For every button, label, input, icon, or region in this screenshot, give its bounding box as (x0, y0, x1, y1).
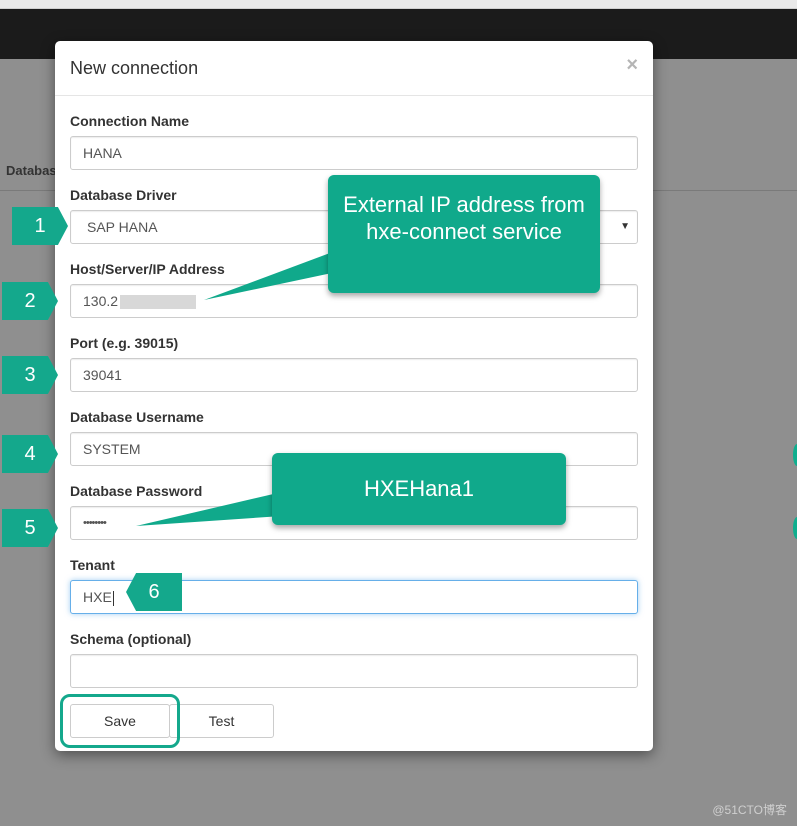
save-highlight-ring (60, 694, 180, 748)
step-badge-6: 6 (126, 573, 182, 611)
schema-input[interactable] (70, 654, 638, 688)
host-value: 130.2 (83, 293, 119, 309)
port-label: Port (e.g. 39015) (70, 335, 179, 351)
background-edge-badge (793, 444, 797, 466)
database-driver-value: SAP HANA (87, 219, 158, 235)
tenant-label: Tenant (70, 557, 115, 573)
close-icon[interactable]: × (626, 54, 638, 77)
password-callout: HXEHana1 (272, 453, 566, 525)
background-database-label: Databas (6, 163, 57, 178)
text-caret (112, 590, 114, 606)
step-badge-2: 2 (2, 282, 58, 320)
database-driver-label: Database Driver (70, 187, 177, 203)
dropdown-arrow-icon: ▼ (620, 221, 630, 232)
port-input[interactable]: 39041 (70, 358, 638, 392)
schema-label: Schema (optional) (70, 631, 192, 647)
connection-name-input[interactable]: HANA (70, 136, 638, 170)
step-badge-4: 4 (2, 435, 58, 473)
host-label: Host/Server/IP Address (70, 261, 225, 277)
step-badge-5: 5 (2, 509, 58, 547)
connection-name-label: Connection Name (70, 113, 190, 129)
new-connection-dialog: New connection × Connection Name HANA Da… (55, 41, 653, 751)
modal-header: New connection × (55, 41, 653, 96)
step-badge-3: 3 (2, 356, 58, 394)
username-label: Database Username (70, 409, 204, 425)
watermark: @51CTO博客 (712, 803, 787, 817)
modal-title: New connection (70, 58, 199, 78)
tenant-value: HXE (83, 589, 112, 605)
ip-address-callout: External IP address from hxe-connect ser… (328, 175, 600, 293)
password-label: Database Password (70, 483, 203, 499)
browser-top-strip (0, 0, 797, 9)
test-button[interactable]: Test (169, 704, 274, 738)
step-badge-1: 1 (12, 207, 68, 245)
redacted-ip-block (120, 295, 197, 310)
background-edge-badge (793, 517, 797, 539)
